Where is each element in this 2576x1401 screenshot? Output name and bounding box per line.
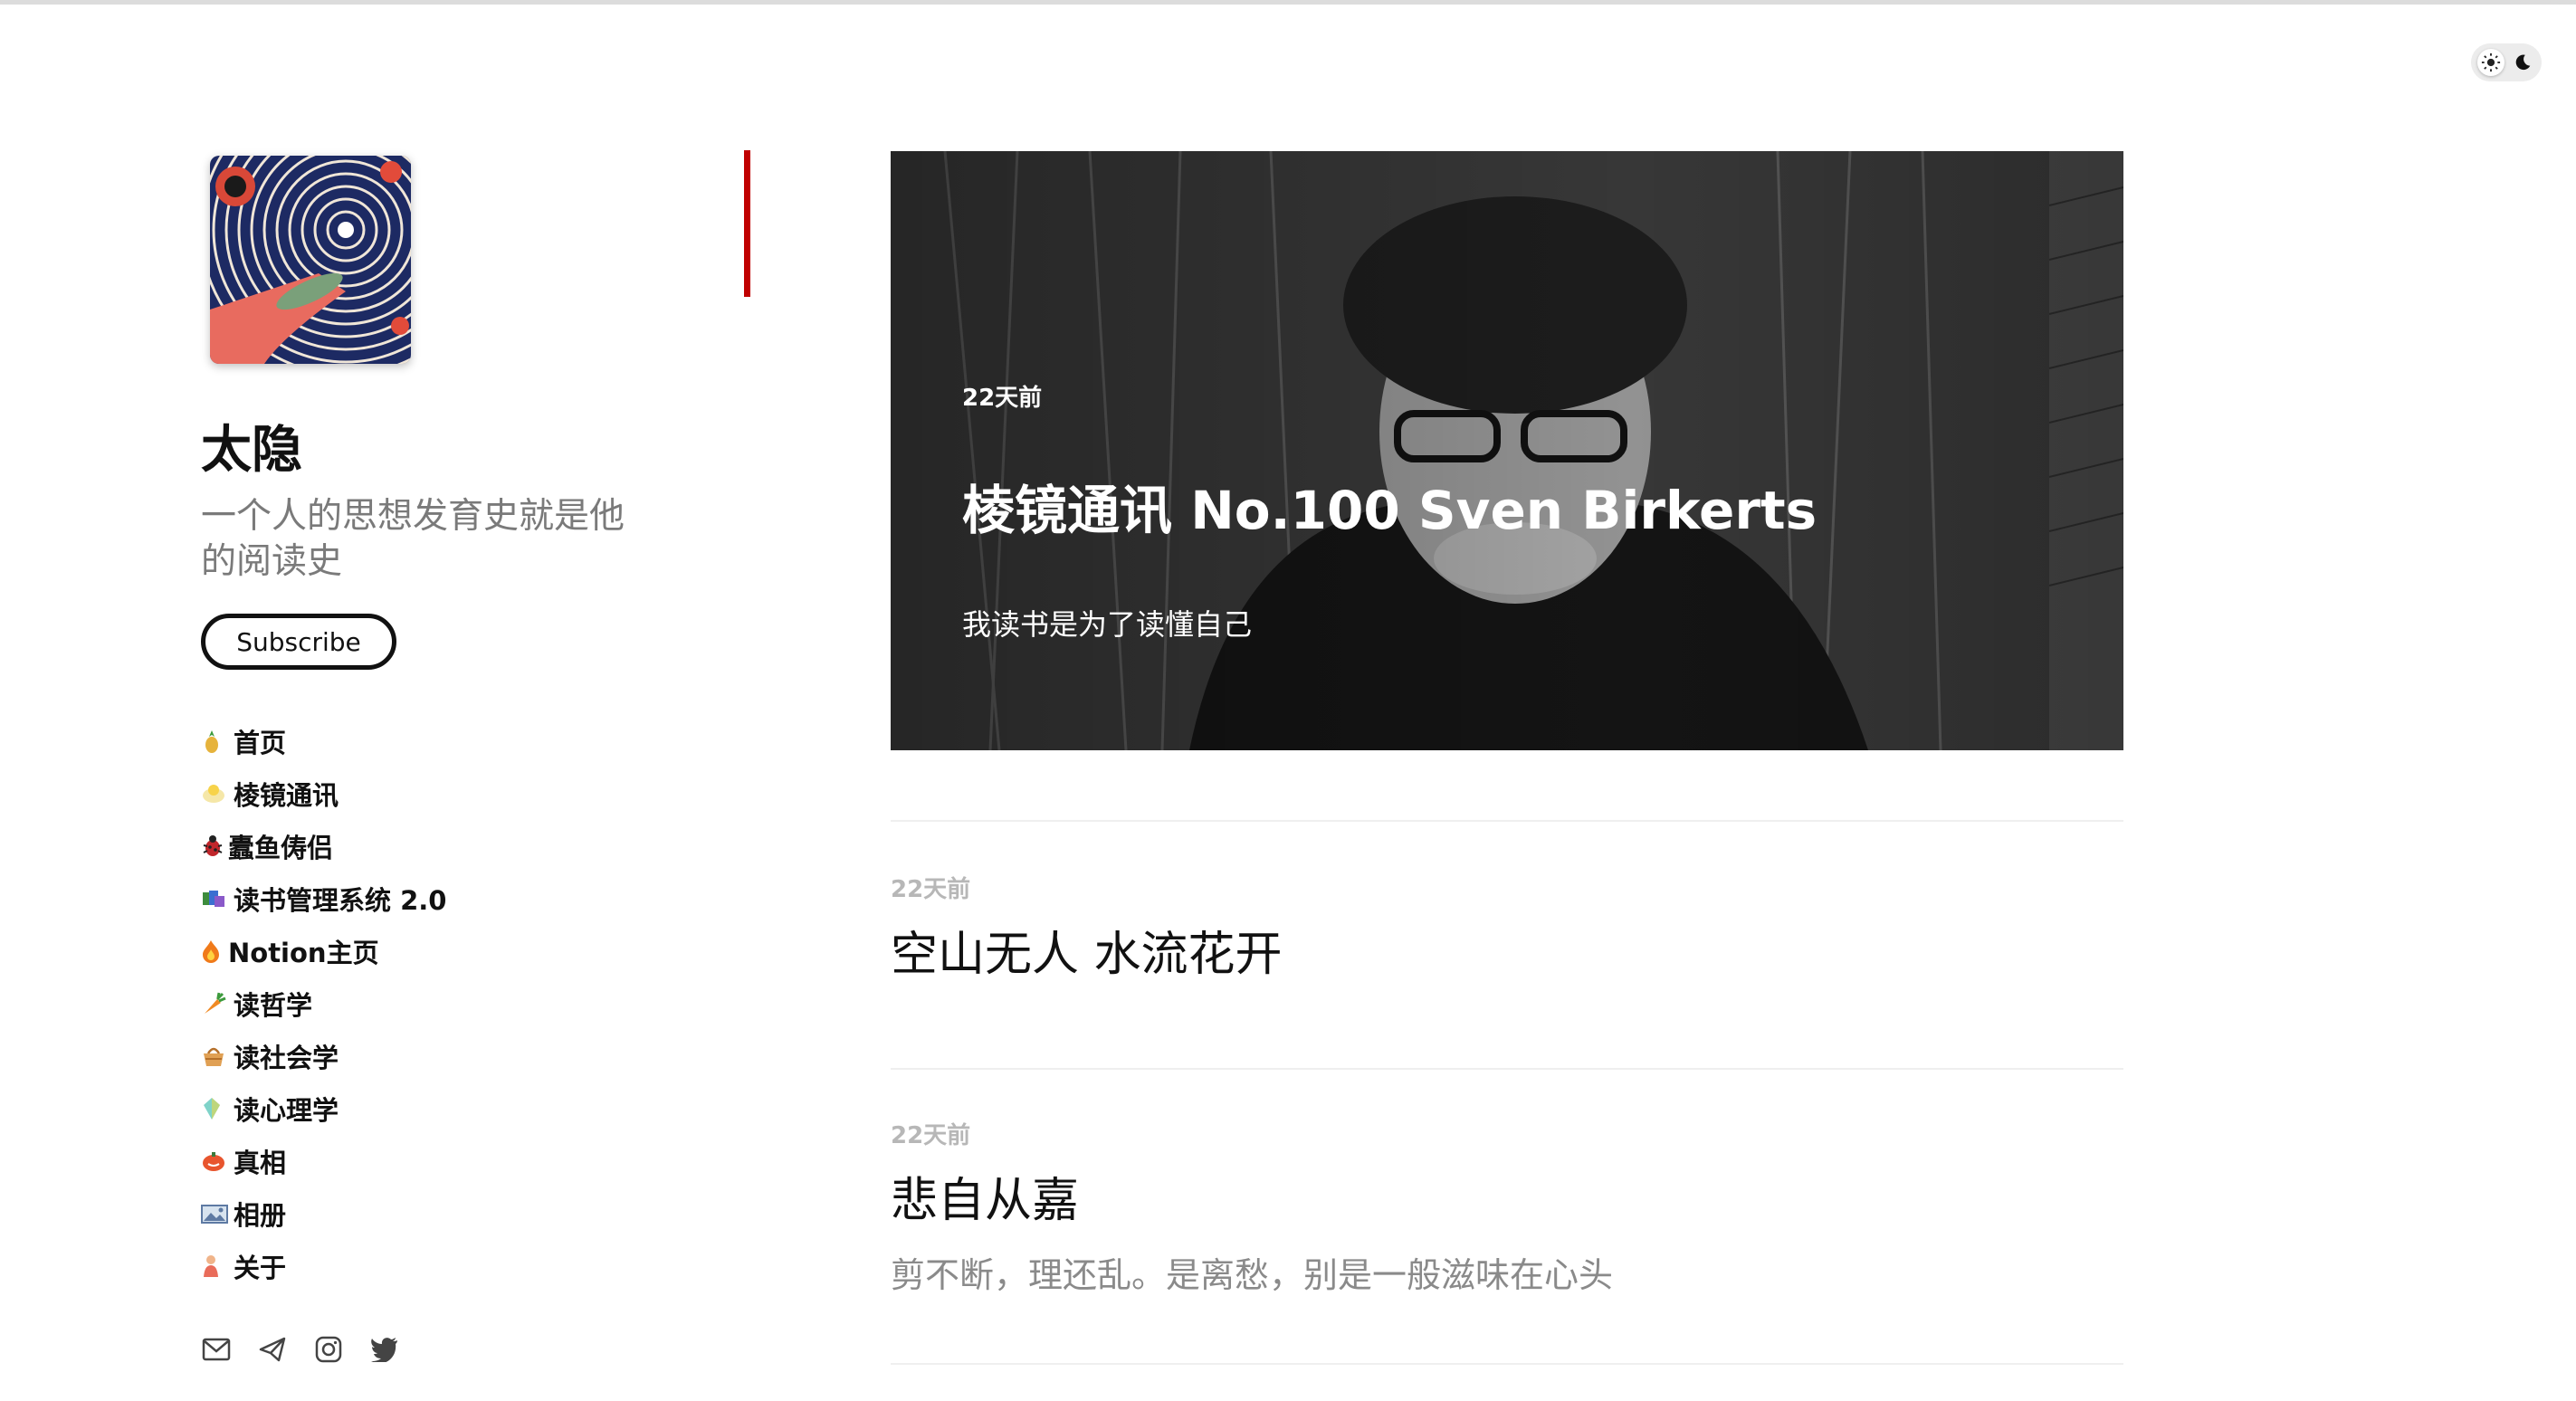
nav-item-label: 真相 — [234, 1148, 287, 1178]
post-divider — [891, 820, 2123, 822]
pineapple-icon — [201, 729, 234, 754]
post-title[interactable]: 悲自从嘉 — [891, 1162, 1079, 1230]
nav-item-notion[interactable]: Notion主页 — [201, 925, 446, 977]
moon-icon[interactable] — [2509, 49, 2536, 76]
nav-item-label: 读书管理系统 2.0 — [234, 885, 447, 916]
instagram-icon[interactable] — [313, 1334, 344, 1365]
nav-item-label: 读心理学 — [234, 1095, 339, 1126]
post-date: 22天前 — [891, 876, 971, 903]
books-icon — [201, 887, 234, 910]
bug-icon — [201, 834, 228, 858]
main-nav: 首页 棱镜通讯 蠹鱼俦侣 读书管理系统 2.0 Notion主页 读哲学 读社会… — [201, 715, 446, 1292]
nav-item-reading-system[interactable]: 读书管理系统 2.0 — [201, 872, 446, 925]
featured-date: 22天前 — [962, 385, 1043, 412]
nav-item-label: 相册 — [234, 1200, 287, 1231]
nav-item-label: 读社会学 — [234, 1043, 339, 1073]
subscribe-button[interactable]: Subscribe — [201, 614, 396, 670]
nav-item-label: Notion主页 — [228, 938, 379, 968]
nav-item-prism-newsletter[interactable]: 棱镜通讯 — [201, 767, 446, 820]
social-links — [201, 1334, 400, 1365]
site-description: 一个人的思想发育史就是他的阅读史 — [201, 496, 625, 582]
photo-album-icon — [201, 1203, 234, 1225]
fire-icon — [201, 939, 228, 964]
site-title[interactable]: 太隐 — [201, 409, 302, 482]
nav-item-about[interactable]: 关于 — [201, 1240, 446, 1292]
featured-title[interactable]: 棱镜通讯 No.100 Sven Birkerts — [962, 468, 1817, 544]
sun-icon[interactable] — [2476, 49, 2504, 76]
nav-item-philosophy[interactable]: 读哲学 — [201, 977, 446, 1030]
post-divider — [891, 1068, 2123, 1070]
featured-overlay — [891, 151, 2123, 750]
post-title[interactable]: 空山无人 水流花开 — [891, 916, 1283, 984]
crystal-icon — [201, 1096, 234, 1121]
email-icon[interactable] — [201, 1334, 232, 1365]
nav-item-sociology[interactable]: 读社会学 — [201, 1030, 446, 1082]
twitter-icon[interactable] — [369, 1334, 400, 1365]
nav-item-home[interactable]: 首页 — [201, 715, 446, 767]
featured-post-card[interactable]: 22天前 棱镜通讯 No.100 Sven Birkerts 我读书是为了读懂自… — [891, 151, 2123, 750]
theme-toggle[interactable] — [2471, 43, 2542, 81]
featured-excerpt: 我读书是为了读懂自己 — [962, 607, 1253, 642]
telegram-icon[interactable] — [257, 1334, 288, 1365]
post-divider — [891, 1363, 2123, 1365]
nav-item-photos[interactable]: 相册 — [201, 1187, 446, 1240]
top-border — [0, 0, 2576, 5]
basket-icon — [201, 1044, 234, 1068]
carrot-icon — [201, 992, 234, 1015]
nav-item-label: 蠹鱼俦侣 — [228, 833, 334, 863]
accent-bar — [744, 150, 750, 297]
nav-item-truth[interactable]: 真相 — [201, 1135, 446, 1187]
nav-item-psychology[interactable]: 读心理学 — [201, 1082, 446, 1135]
post-date: 22天前 — [891, 1122, 971, 1149]
nav-item-label: 首页 — [234, 728, 287, 758]
nav-item-bookworm-companions[interactable]: 蠹鱼俦侣 — [201, 820, 446, 872]
nav-item-label: 读哲学 — [234, 990, 313, 1021]
nav-item-label: 棱镜通讯 — [234, 780, 339, 811]
nav-item-label: 关于 — [234, 1253, 287, 1283]
person-icon — [201, 1253, 234, 1279]
post-excerpt: 剪不断，理还乱。是离愁，别是一般滋味在心头 — [891, 1255, 1614, 1295]
pumpkin-icon — [201, 1150, 234, 1172]
chick-icon — [201, 783, 234, 805]
site-avatar[interactable] — [210, 156, 411, 364]
